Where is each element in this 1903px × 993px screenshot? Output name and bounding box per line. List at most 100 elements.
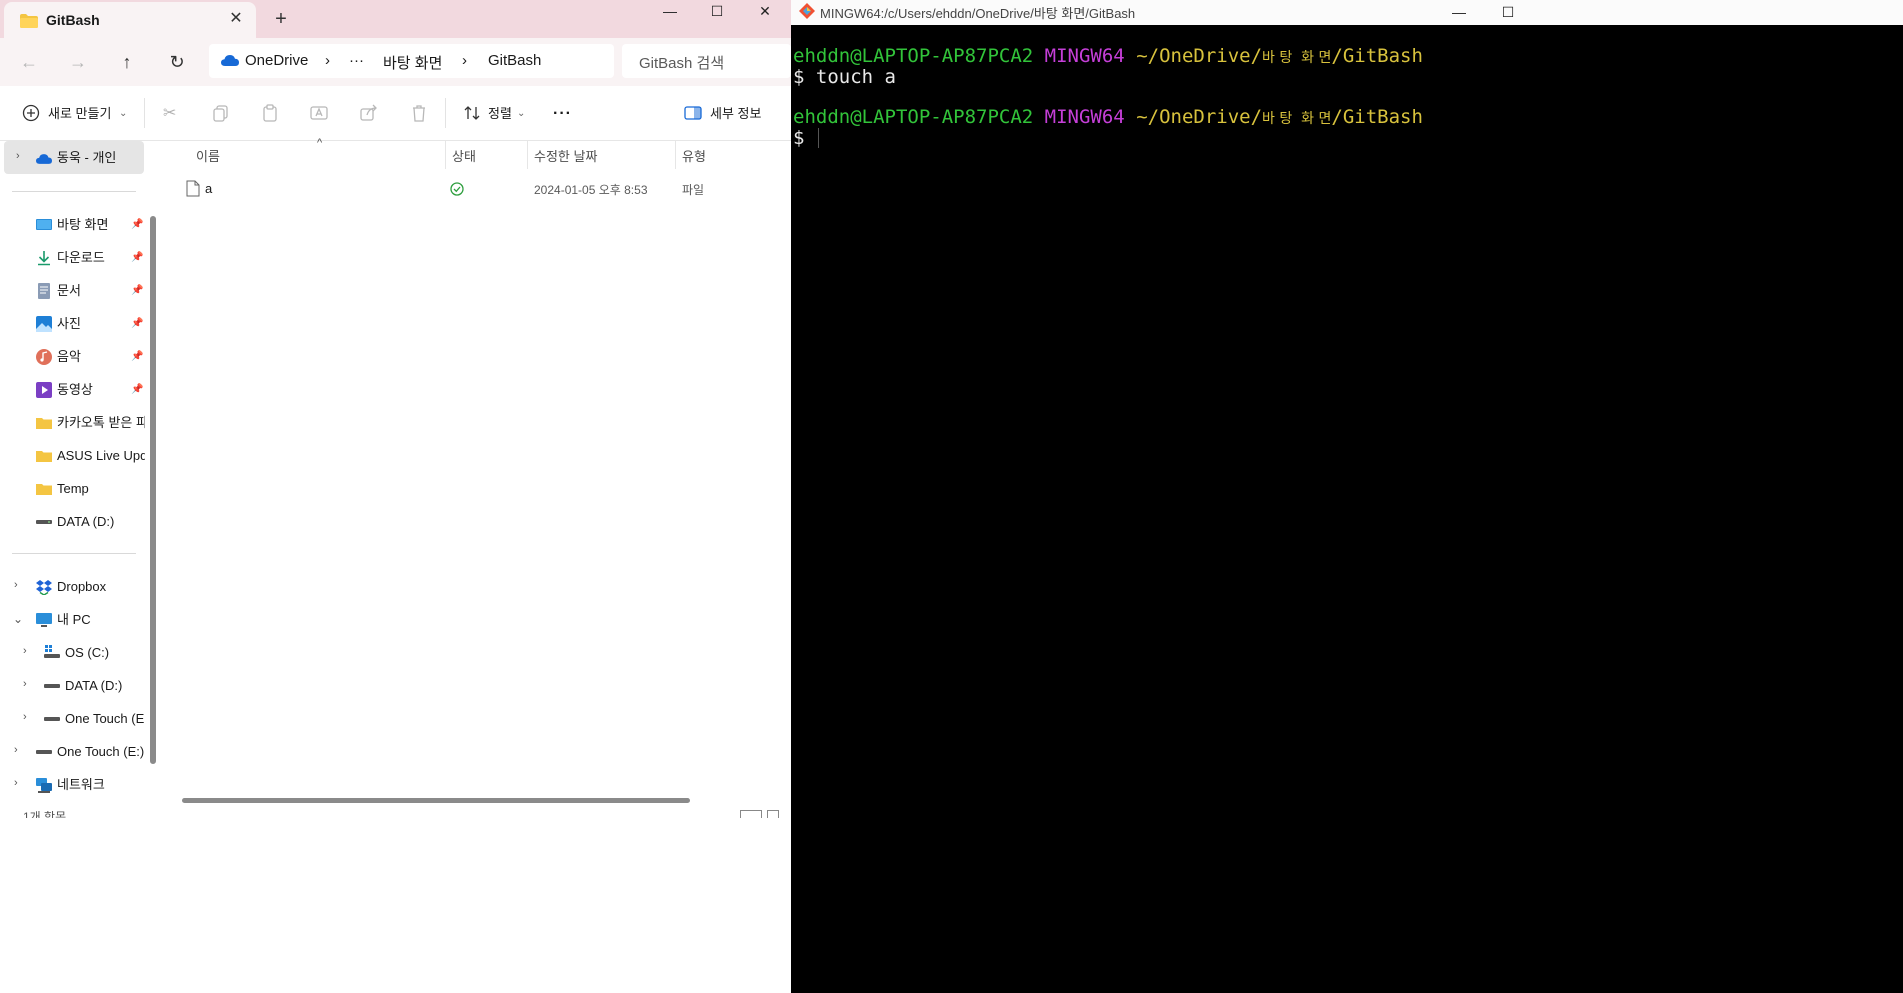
column-header-type[interactable]: 유형 <box>682 146 706 165</box>
tab-close-icon[interactable]: ✕ <box>226 9 246 29</box>
minimize-button[interactable]: — <box>647 0 693 24</box>
breadcrumb-separator[interactable]: › <box>325 52 330 69</box>
tiles-view-toggle-icon[interactable] <box>767 810 779 818</box>
rename-icon[interactable] <box>309 103 329 123</box>
pin-icon[interactable]: 📌 <box>131 252 143 263</box>
up-arrow-icon[interactable]: ↑ <box>113 48 141 76</box>
sidebar-item-label: Dropbox <box>57 579 107 594</box>
tab-gitbash[interactable]: GitBash ✕ <box>4 2 256 38</box>
back-arrow-icon[interactable]: ← <box>15 48 43 76</box>
breadcrumb-onedrive[interactable]: OneDrive <box>245 52 308 69</box>
pin-icon[interactable]: 📌 <box>131 318 143 329</box>
column-divider[interactable] <box>527 141 528 169</box>
pin-icon[interactable]: 📌 <box>131 351 143 362</box>
pin-icon[interactable]: 📌 <box>131 384 143 395</box>
column-header-name[interactable]: 이름 <box>196 146 220 165</box>
prompt-line: ehddn@LAPTOP-AP87PCA2 MINGW64 ~/OneDrive… <box>793 46 1423 68</box>
paste-icon[interactable] <box>260 103 280 123</box>
computer-icon <box>36 613 52 627</box>
prompt-path-korean: 바 탕 화 면 <box>1262 111 1332 127</box>
chevron-right-icon[interactable]: › <box>14 579 18 591</box>
forward-arrow-icon[interactable]: → <box>64 48 92 76</box>
pin-icon[interactable]: 📌 <box>131 285 143 296</box>
git-bash-terminal-window: MINGW64:/c/Users/ehddn/OneDrive/바탕 화면/Gi… <box>791 0 1903 993</box>
breadcrumb-gitbash[interactable]: GitBash <box>488 52 541 69</box>
sidebar-item-onedrive[interactable]: › 동욱 - 개인 <box>4 141 144 174</box>
sidebar-item-label: 카카오톡 받은 파 <box>57 415 145 430</box>
sort-icon <box>464 106 480 120</box>
column-divider[interactable] <box>675 141 676 169</box>
sort-button[interactable]: 정렬 <box>488 103 512 125</box>
more-options-icon[interactable]: ··· <box>553 103 572 125</box>
terminal-title: MINGW64:/c/Users/ehddn/OneDrive/바탕 화면/Gi… <box>820 6 1136 21</box>
chevron-right-icon[interactable]: › <box>14 777 18 789</box>
navigation-pane: › 동욱 - 개인 바탕 화면 📌 다운로드 📌 문서 � <box>0 141 160 993</box>
chevron-right-icon[interactable]: › <box>23 645 27 657</box>
command-bar: 새로 만들기 ⌄ ✂ 정렬 ⌄ ··· 세부 정보 <box>0 86 791 141</box>
tab-title: GitBash <box>46 12 100 28</box>
share-icon[interactable] <box>359 103 379 123</box>
sidebar-item-label: 사진 <box>57 316 81 331</box>
maximize-button[interactable]: ☐ <box>694 0 740 24</box>
drive-icon <box>36 750 52 754</box>
refresh-icon[interactable]: ↻ <box>163 48 191 76</box>
minimize-button[interactable]: — <box>1436 1 1482 25</box>
drive-icon <box>44 684 60 688</box>
prompt-system: MINGW64 <box>1044 106 1125 128</box>
folder-icon <box>36 484 52 495</box>
column-header-modified[interactable]: 수정한 날짜 <box>534 146 597 165</box>
text-cursor <box>818 128 819 148</box>
sidebar-item-label: One Touch (E:) <box>57 744 145 759</box>
maximize-button[interactable]: ☐ <box>1485 1 1531 25</box>
sidebar-item-label: Temp <box>57 481 89 496</box>
terminal-output[interactable]: ehddn@LAPTOP-AP87PCA2 MINGW64 ~/OneDrive… <box>791 25 1903 993</box>
folder-icon <box>20 14 38 28</box>
cut-icon[interactable]: ✂ <box>163 103 176 125</box>
chevron-right-icon[interactable]: › <box>16 150 20 162</box>
address-bar[interactable]: OneDrive › ··· 바탕 화면 › GitBash <box>209 44 614 78</box>
sidebar-divider <box>12 553 136 554</box>
delete-icon[interactable] <box>409 103 429 123</box>
file-icon <box>186 180 200 197</box>
sync-status-check-icon <box>450 182 464 196</box>
chevron-down-icon[interactable]: ⌄ <box>13 612 23 626</box>
close-window-button[interactable]: ✕ <box>742 0 788 24</box>
pin-icon[interactable]: 📌 <box>131 219 143 230</box>
file-name: a <box>205 181 213 196</box>
chevron-down-icon[interactable]: ⌄ <box>517 103 525 125</box>
file-explorer-window: GitBash ✕ + — ☐ ✕ ← → ↑ ↻ OneDrive › ···… <box>0 0 791 993</box>
download-icon <box>38 251 50 266</box>
screen: GitBash ✕ + — ☐ ✕ ← → ↑ ↻ OneDrive › ···… <box>0 0 1903 993</box>
search-box[interactable]: GitBash 검색 <box>622 44 791 78</box>
details-button[interactable]: 세부 정보 <box>710 103 761 125</box>
chevron-down-icon[interactable]: ⌄ <box>119 103 127 125</box>
sidebar-scrollbar[interactable] <box>150 216 156 764</box>
chevron-right-icon[interactable]: › <box>23 678 27 690</box>
search-input[interactable]: GitBash 검색 <box>639 52 724 73</box>
column-divider[interactable] <box>445 141 446 169</box>
folder-icon <box>36 418 52 429</box>
sidebar-item-label: DATA (D:) <box>65 678 123 693</box>
status-bar-item-count: 1개 항목 <box>23 811 67 818</box>
sidebar-item-label: ASUS Live Upda <box>57 448 145 463</box>
explorer-title-bar: GitBash ✕ + — ☐ ✕ <box>0 0 791 38</box>
new-tab-button[interactable]: + <box>271 9 291 29</box>
terminal-title-bar: MINGW64:/c/Users/ehddn/OneDrive/바탕 화면/Gi… <box>791 0 1903 25</box>
sidebar-item-label: 문서 <box>57 283 81 298</box>
breadcrumb-separator[interactable]: › <box>462 52 467 69</box>
chevron-right-icon[interactable]: › <box>23 711 27 723</box>
prompt-path-end: /GitBash <box>1331 45 1423 67</box>
git-logo-icon <box>799 3 815 19</box>
breadcrumb-ellipsis[interactable]: ··· <box>349 52 364 69</box>
prompt-system: MINGW64 <box>1044 45 1125 67</box>
document-icon <box>38 283 50 299</box>
horizontal-scrollbar[interactable] <box>182 798 690 803</box>
sidebar-item-label: DATA (D:) <box>57 514 115 529</box>
new-button[interactable]: 새로 만들기 <box>48 103 111 125</box>
column-header-status[interactable]: 상태 <box>452 146 476 165</box>
copy-icon[interactable] <box>211 103 231 123</box>
chevron-right-icon[interactable]: › <box>14 744 18 756</box>
breadcrumb-desktop[interactable]: 바탕 화면 <box>383 52 442 73</box>
music-icon <box>36 349 52 365</box>
details-view-toggle-icon[interactable] <box>740 810 762 818</box>
